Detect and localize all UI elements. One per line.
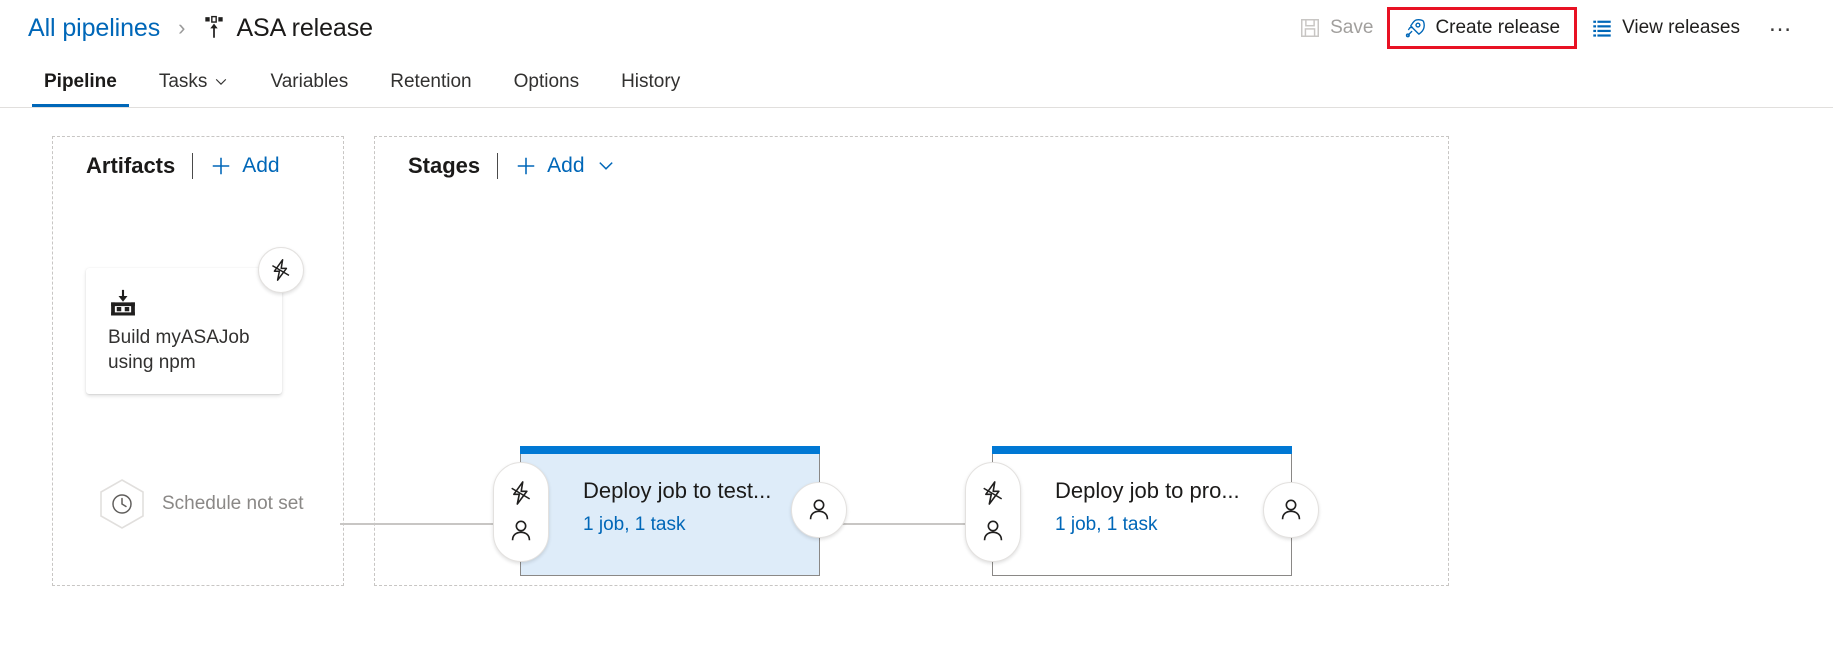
person-icon <box>1281 499 1301 520</box>
person-icon <box>511 520 531 541</box>
more-options-button[interactable]: … <box>1754 12 1809 42</box>
tab-pipeline[interactable]: Pipeline <box>28 56 133 107</box>
stage-1-accent-bar <box>520 446 820 454</box>
chevron-down-icon <box>216 78 227 85</box>
artifact-card[interactable]: Build myASAJob using npm <box>86 268 282 394</box>
stages-header: Stages Add <box>408 153 615 179</box>
stage-1-meta[interactable]: 1 job, 1 task <box>583 514 791 536</box>
add-artifact-label: Add <box>242 154 280 177</box>
add-stage-label: Add <box>547 154 585 177</box>
artifact-node: Build myASAJob using npm <box>86 247 304 394</box>
tab-pipeline-label: Pipeline <box>44 70 117 92</box>
build-artifact-icon <box>111 289 135 316</box>
list-icon <box>1593 20 1611 37</box>
breadcrumb-all-pipelines-link[interactable]: All pipelines <box>28 14 160 43</box>
breadcrumb-separator: › <box>178 15 186 40</box>
stage-2-post-deployment-conditions[interactable] <box>1263 482 1319 538</box>
person-icon <box>983 520 1003 541</box>
clock-icon <box>100 479 144 529</box>
person-icon <box>809 499 829 520</box>
tab-history-label: History <box>621 70 681 92</box>
stages-title: Stages <box>408 153 481 178</box>
plus-icon <box>213 157 230 175</box>
stages-header-divider <box>497 153 499 179</box>
command-buttons: Save Create release View releases … <box>1285 6 1809 50</box>
continuous-deployment-trigger-badge[interactable] <box>258 247 304 293</box>
release-pipeline-icon <box>205 15 224 38</box>
artifacts-title: Artifacts <box>86 153 176 178</box>
stage-1-body: Deploy job to test... 1 job, 1 task <box>521 454 819 536</box>
save-floppy-icon <box>1301 19 1320 37</box>
view-releases-label: View releases <box>1622 17 1740 38</box>
stage-1-post-deployment-conditions[interactable] <box>791 482 847 538</box>
stage-2-title: Deploy job to pro... <box>1055 478 1240 503</box>
stage-2-pre-deployment-conditions[interactable] <box>965 462 1021 562</box>
create-release-label: Create release <box>1435 17 1561 38</box>
artifact-name: Build myASAJob using npm <box>108 327 250 374</box>
rocket-icon <box>1406 19 1426 38</box>
artifacts-header: Artifacts Add <box>86 153 280 179</box>
tab-history[interactable]: History <box>605 56 696 107</box>
add-stage-button[interactable]: Add <box>515 154 585 178</box>
tab-retention-label: Retention <box>390 70 472 92</box>
stage-1-pre-deployment-conditions[interactable] <box>493 462 549 562</box>
schedule-trigger[interactable]: Schedule not set <box>96 478 304 530</box>
view-releases-button[interactable]: View releases <box>1577 6 1754 50</box>
stage-2-body: Deploy job to pro... 1 job, 1 task <box>993 454 1291 536</box>
artifacts-header-divider <box>192 153 194 179</box>
tab-retention[interactable]: Retention <box>374 56 487 107</box>
stage-card-2[interactable]: Deploy job to pro... 1 job, 1 task <box>965 446 1319 576</box>
tab-variables-label: Variables <box>270 70 349 92</box>
chevron-down-icon[interactable] <box>597 157 615 175</box>
save-button[interactable]: Save <box>1285 6 1387 50</box>
schedule-hex-container <box>96 478 148 530</box>
breadcrumb: All pipelines › ASA release <box>28 14 373 43</box>
lightning-bolt-icon <box>983 481 1003 505</box>
schedule-label: Schedule not set <box>162 493 304 515</box>
tab-bar: Pipeline Tasks Variables Retention Optio… <box>0 56 1833 108</box>
lightning-bolt-icon <box>511 481 531 505</box>
page-title: ASA release <box>236 13 373 42</box>
tab-options-label: Options <box>513 70 580 92</box>
stage-card-1[interactable]: Deploy job to test... 1 job, 1 task <box>493 446 847 576</box>
stage-1-title: Deploy job to test... <box>583 478 772 503</box>
create-release-button[interactable]: Create release <box>1387 7 1578 49</box>
top-command-bar: All pipelines › ASA release Save Create … <box>0 0 1833 56</box>
save-label: Save <box>1330 17 1374 38</box>
stage-2-accent-bar <box>992 446 1292 454</box>
add-artifact-button[interactable]: Add <box>210 154 280 178</box>
plus-icon <box>517 157 535 175</box>
tab-variables[interactable]: Variables <box>254 56 364 107</box>
tab-tasks[interactable]: Tasks <box>143 56 245 107</box>
pipeline-canvas: Artifacts Add Build myASAJob using npm S… <box>0 108 1833 658</box>
lightning-bolt-icon <box>272 259 290 281</box>
tab-tasks-label: Tasks <box>158 70 208 92</box>
stage-2-meta[interactable]: 1 job, 1 task <box>1055 514 1263 536</box>
tab-options[interactable]: Options <box>498 56 595 107</box>
